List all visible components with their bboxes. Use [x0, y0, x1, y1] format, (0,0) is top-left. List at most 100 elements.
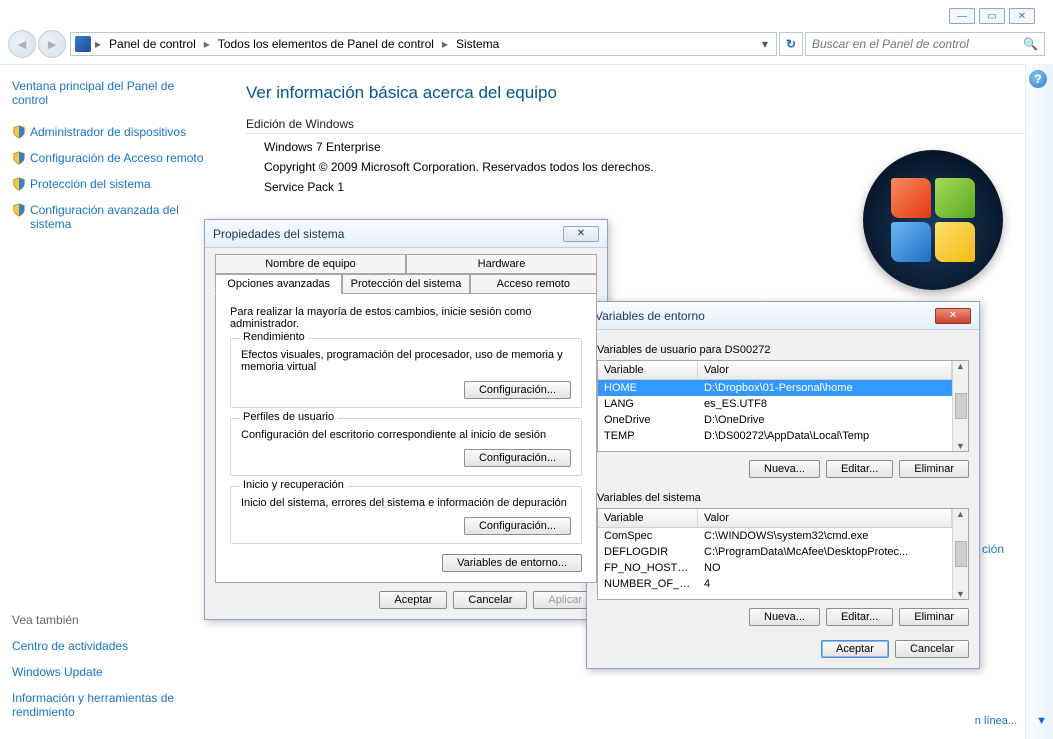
- tabs-row-bottom: Opciones avanzadas Protección del sistem…: [215, 274, 597, 294]
- sidebar-link-device-manager[interactable]: Administrador de dispositivos: [12, 125, 206, 139]
- search-input[interactable]: [812, 37, 1023, 51]
- sidebar-link-label: Configuración de Acceso remoto: [30, 151, 203, 165]
- scrollbar[interactable]: ▲▼: [952, 509, 968, 599]
- sys-vars-buttons: Nueva... Editar... Eliminar: [597, 600, 969, 632]
- arrow-left-icon: ◄: [15, 36, 29, 52]
- user-profiles-settings-button[interactable]: Configuración...: [464, 449, 571, 467]
- crumb-sep-icon: ▸: [442, 37, 448, 51]
- table-row[interactable]: ComSpecC:\WINDOWS\system32\cmd.exe: [598, 528, 952, 544]
- windows-logo: [863, 150, 1003, 290]
- var-name: OneDrive: [598, 413, 698, 427]
- close-window-button[interactable]: ✕: [1009, 8, 1035, 24]
- see-also-label-text: Centro de actividades: [12, 639, 128, 653]
- sidebar-link-advanced-settings[interactable]: Configuración avanzada del sistema: [12, 203, 206, 231]
- see-also-link[interactable]: Centro de actividades: [12, 639, 206, 653]
- crumb-sep-icon: ▸: [204, 37, 210, 51]
- var-value: 4: [698, 577, 952, 591]
- edit-sys-var-button[interactable]: Editar...: [826, 608, 893, 626]
- tab-computer-name[interactable]: Nombre de equipo: [215, 254, 406, 274]
- dialog-close-button[interactable]: ✕: [563, 226, 599, 242]
- scroll-up-icon[interactable]: ▲: [956, 361, 965, 371]
- var-name: TEMP: [598, 429, 698, 443]
- forward-button[interactable]: ►: [38, 30, 66, 58]
- scroll-thumb[interactable]: [955, 541, 967, 567]
- tab-remote-access[interactable]: Acceso remoto: [470, 274, 597, 294]
- maximize-button[interactable]: ▭: [979, 8, 1005, 24]
- flag-yellow: [935, 222, 975, 262]
- startup-settings-button[interactable]: Configuración...: [464, 517, 571, 535]
- cancel-button[interactable]: Cancelar: [453, 591, 527, 609]
- sidebar-link-system-protection[interactable]: Protección del sistema: [12, 177, 206, 191]
- tab-system-protection[interactable]: Protección del sistema: [342, 274, 469, 294]
- delete-sys-var-button[interactable]: Eliminar: [899, 608, 969, 626]
- table-row[interactable]: HOMED:\Dropbox\01-Personal\home: [598, 380, 952, 396]
- window-controls: — ▭ ✕: [949, 8, 1035, 24]
- partial-link-online[interactable]: n línea...: [975, 715, 1017, 727]
- table-row[interactable]: LANGes_ES.UTF8: [598, 396, 952, 412]
- navigation-bar: ◄ ► ▸ Panel de control ▸ Todos los eleme…: [8, 30, 1045, 58]
- tab-hardware[interactable]: Hardware: [406, 254, 597, 274]
- col-variable[interactable]: Variable: [598, 509, 698, 527]
- search-icon[interactable]: 🔍: [1023, 37, 1038, 51]
- table-row[interactable]: FP_NO_HOST_C...NO: [598, 560, 952, 576]
- env-vars-button[interactable]: Variables de entorno...: [442, 554, 582, 572]
- address-bar[interactable]: ▸ Panel de control ▸ Todos los elementos…: [70, 32, 777, 56]
- scroll-thumb[interactable]: [955, 393, 967, 419]
- address-dropdown-icon[interactable]: ▾: [758, 37, 772, 51]
- dialog-titlebar[interactable]: Variables de entorno ✕: [587, 302, 979, 330]
- cancel-button[interactable]: Cancelar: [895, 640, 969, 658]
- scrollbar[interactable]: ▲▼: [952, 361, 968, 451]
- sidebar-link-remote-access[interactable]: Configuración de Acceso remoto: [12, 151, 206, 165]
- help-icon[interactable]: ?: [1029, 70, 1047, 88]
- col-variable[interactable]: Variable: [598, 361, 698, 379]
- scroll-down-icon[interactable]: ▼: [956, 589, 965, 599]
- see-also-link[interactable]: Windows Update: [12, 665, 206, 679]
- edit-user-var-button[interactable]: Editar...: [826, 460, 893, 478]
- chevron-down-icon[interactable]: ▼: [1036, 715, 1047, 727]
- group-desc: Configuración del escritorio correspondi…: [241, 429, 571, 441]
- sys-vars-label: Variables del sistema: [597, 492, 969, 504]
- col-value[interactable]: Valor: [698, 361, 952, 379]
- table-row[interactable]: NUMBER_OF_P...4: [598, 576, 952, 592]
- partial-link[interactable]: ción: [982, 542, 1004, 556]
- table-row[interactable]: TEMPD:\DS00272\AppData\Local\Temp: [598, 428, 952, 444]
- new-sys-var-button[interactable]: Nueva...: [749, 608, 820, 626]
- table-row[interactable]: DEFLOGDIRC:\ProgramData\McAfee\DesktopPr…: [598, 544, 952, 560]
- scroll-up-icon[interactable]: ▲: [956, 509, 965, 519]
- sidebar-title[interactable]: Ventana principal del Panel de control: [12, 79, 206, 107]
- group-user-profiles: Perfiles de usuario Configuración del es…: [230, 418, 582, 476]
- dialog-close-button[interactable]: ✕: [935, 308, 971, 324]
- flag-red: [891, 178, 931, 218]
- var-name: NUMBER_OF_P...: [598, 577, 698, 591]
- breadcrumb[interactable]: Todos los elementos de Panel de control: [214, 37, 438, 51]
- breadcrumb[interactable]: Sistema: [452, 37, 503, 51]
- tab-advanced-options[interactable]: Opciones avanzadas: [215, 274, 342, 294]
- table-header: Variable Valor: [598, 361, 952, 380]
- nav-back-forward: ◄ ►: [8, 30, 68, 58]
- ok-button[interactable]: Aceptar: [821, 640, 889, 658]
- dialog-title: Variables de entorno: [595, 309, 705, 323]
- breadcrumb[interactable]: Panel de control: [105, 37, 200, 51]
- refresh-button[interactable]: ↻: [779, 32, 803, 56]
- group-desc: Efectos visuales, programación del proce…: [241, 349, 571, 373]
- sys-vars-table[interactable]: Variable Valor ComSpecC:\WINDOWS\system3…: [597, 508, 969, 600]
- dialog-titlebar[interactable]: Propiedades del sistema ✕: [205, 220, 607, 248]
- table-row[interactable]: OneDriveD:\OneDrive: [598, 412, 952, 428]
- search-box[interactable]: 🔍: [805, 32, 1045, 56]
- sidebar-link-label: Administrador de dispositivos: [30, 125, 186, 139]
- new-user-var-button[interactable]: Nueva...: [749, 460, 820, 478]
- flag-green: [935, 178, 975, 218]
- system-properties-dialog: Propiedades del sistema ✕ Nombre de equi…: [204, 219, 608, 620]
- var-value: es_ES.UTF8: [698, 397, 952, 411]
- delete-user-var-button[interactable]: Eliminar: [899, 460, 969, 478]
- scroll-down-icon[interactable]: ▼: [956, 441, 965, 451]
- see-also-link[interactable]: Información y herramientas de rendimient…: [12, 691, 206, 719]
- ok-button[interactable]: Aceptar: [379, 591, 447, 609]
- edition-line: Windows 7 Enterprise: [264, 140, 1025, 154]
- minimize-button[interactable]: —: [949, 8, 975, 24]
- dialog-body: Nombre de equipo Hardware Opciones avanz…: [205, 248, 607, 619]
- back-button[interactable]: ◄: [8, 30, 36, 58]
- performance-settings-button[interactable]: Configuración...: [464, 381, 571, 399]
- user-vars-table[interactable]: Variable Valor HOMED:\Dropbox\01-Persona…: [597, 360, 969, 452]
- col-value[interactable]: Valor: [698, 509, 952, 527]
